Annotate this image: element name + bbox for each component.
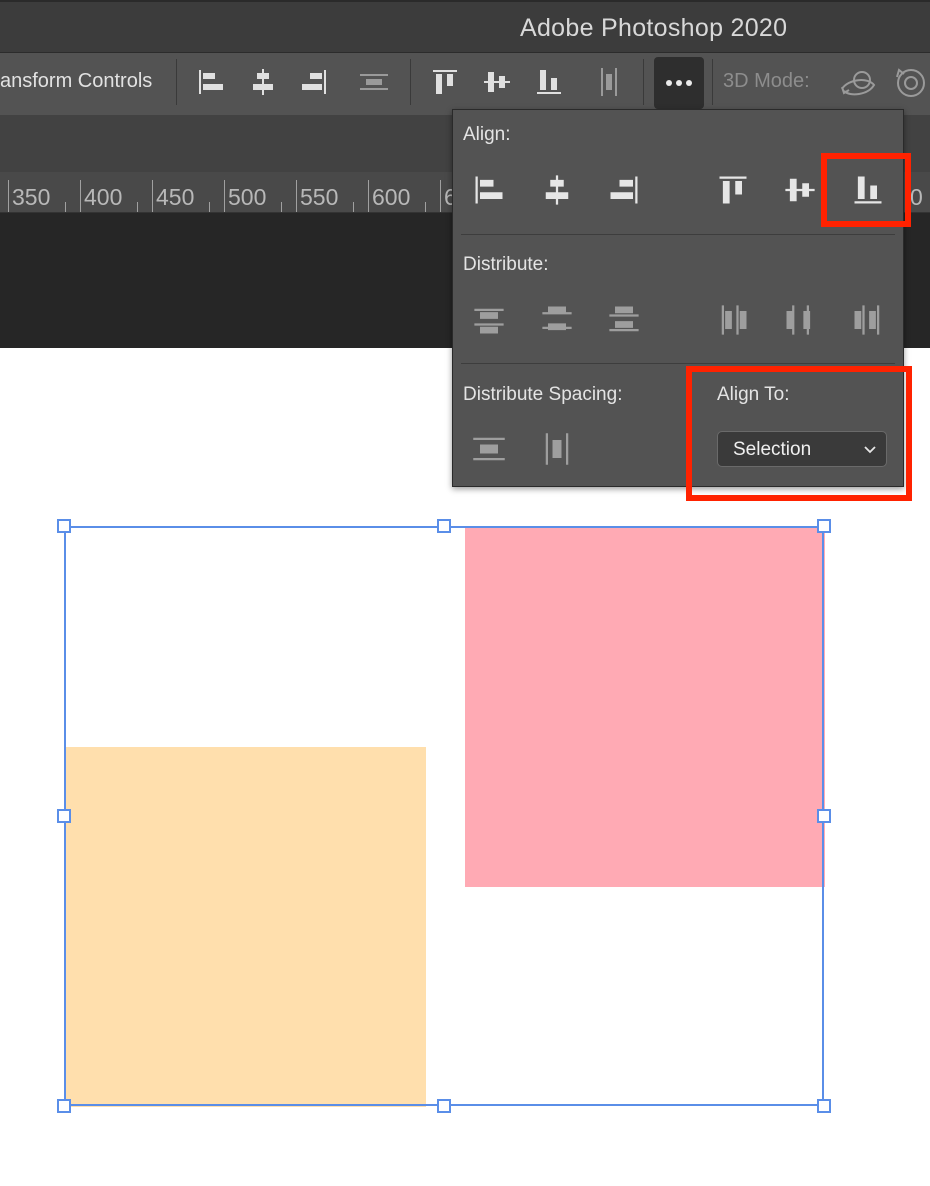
options-bar: ansform Controls 3D Mode: (0, 52, 930, 116)
ruler-tick (425, 202, 426, 212)
ruler-tick (8, 180, 9, 212)
align-horizontal-centers-icon[interactable] (539, 172, 575, 208)
align-left-edges-icon[interactable] (471, 172, 507, 208)
separator (410, 59, 411, 105)
transform-handle-middle-left[interactable] (57, 809, 71, 823)
distribute-left-edges-icon[interactable] (715, 302, 751, 338)
distribute-horizontal-centers-icon[interactable] (782, 302, 818, 338)
align-bottom-edges-icon[interactable] (533, 66, 565, 98)
distribute-vertical-centers-icon[interactable] (539, 302, 575, 338)
ruler-tick (368, 180, 369, 212)
highlight-align-to-section (686, 366, 912, 501)
ruler-tick (353, 202, 354, 212)
ruler-label: 600 (372, 184, 411, 210)
distribute-vertical-spacing-icon[interactable] (593, 66, 625, 98)
rotate-3d-icon[interactable] (891, 63, 930, 103)
distribute-horizontal-spacing-icon[interactable] (539, 431, 575, 467)
ruler-tick (281, 202, 282, 212)
title-bar: Adobe Photoshop 2020 (0, 0, 930, 52)
ruler-label: 550 (300, 184, 339, 210)
ruler-tick (152, 180, 153, 212)
transform-handle-bottom-left[interactable] (57, 1099, 71, 1113)
align-section-label: Align: (463, 124, 511, 145)
transform-handle-top-right[interactable] (817, 519, 831, 533)
align-top-edges-icon[interactable] (715, 172, 751, 208)
distribute-section-label: Distribute: (463, 254, 549, 275)
ruler-tick (296, 180, 297, 212)
orbit-3d-icon[interactable] (838, 63, 878, 103)
align-horizontal-centers-icon[interactable] (247, 66, 279, 98)
more-options-button[interactable] (654, 57, 704, 109)
ruler-tick (137, 202, 138, 212)
transform-handle-top-left[interactable] (57, 519, 71, 533)
distribute-bottom-edges-icon[interactable] (606, 302, 642, 338)
align-vertical-centers-icon[interactable] (782, 172, 818, 208)
ruler-label: 0 (910, 184, 923, 210)
separator (176, 59, 177, 105)
align-right-edges-icon[interactable] (298, 66, 330, 98)
ruler-tick (224, 180, 225, 212)
separator (712, 59, 713, 105)
ruler-tick (209, 202, 210, 212)
distribute-right-edges-icon[interactable] (850, 302, 886, 338)
divider (461, 234, 895, 235)
align-left-edges-icon[interactable] (195, 66, 227, 98)
ruler-label: 450 (156, 184, 195, 210)
distribute-spacing-section-label: Distribute Spacing: (463, 384, 623, 405)
transform-handle-bottom-right[interactable] (817, 1099, 831, 1113)
distribute-top-edges-icon[interactable] (471, 302, 507, 338)
show-transform-controls-label[interactable]: ansform Controls (0, 70, 152, 93)
ruler-tick (65, 202, 66, 212)
3d-mode-label: 3D Mode: (723, 70, 810, 92)
transform-handle-bottom-center[interactable] (437, 1099, 451, 1113)
app-title: Adobe Photoshop 2020 (520, 14, 788, 42)
ruler-label: 350 (12, 184, 51, 210)
align-top-edges-icon[interactable] (429, 66, 461, 98)
ruler-label: 500 (228, 184, 267, 210)
transform-handle-top-center[interactable] (437, 519, 451, 533)
ruler-label: 400 (84, 184, 123, 210)
transform-handle-middle-right[interactable] (817, 809, 831, 823)
more-icon (666, 80, 692, 86)
transform-bounding-box[interactable] (64, 526, 824, 1106)
align-vertical-centers-icon[interactable] (481, 66, 513, 98)
align-right-edges-icon[interactable] (606, 172, 642, 208)
separator (643, 59, 644, 105)
ruler-tick (80, 180, 81, 212)
distribute-vertical-spacing-icon[interactable] (471, 431, 507, 467)
highlight-align-bottom-button (821, 153, 911, 227)
ruler-tick (440, 180, 441, 212)
distribute-horizontal-spacing-icon[interactable] (358, 66, 390, 98)
divider (461, 363, 895, 364)
